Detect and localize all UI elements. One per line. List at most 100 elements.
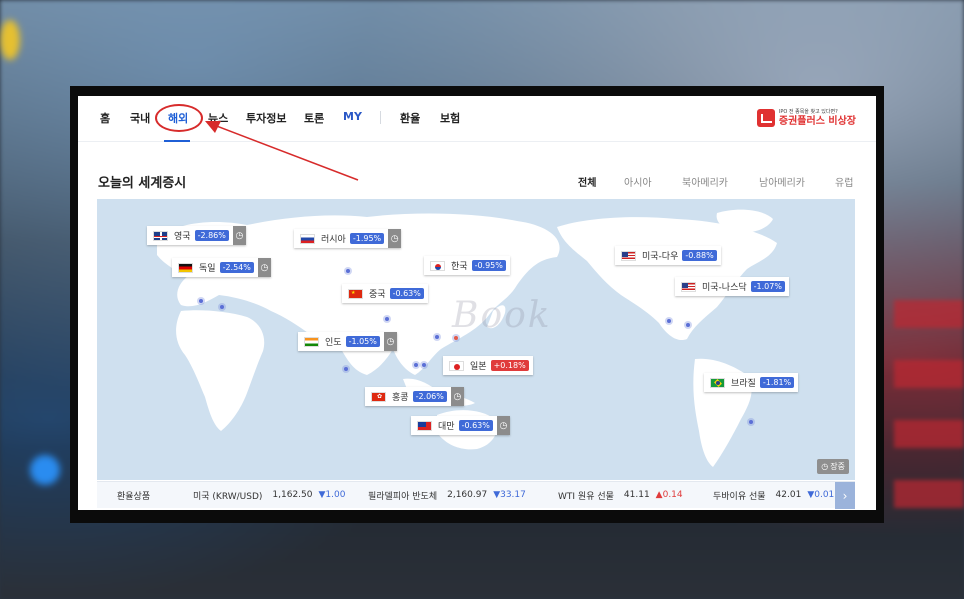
ticker-name: 미국 (KRW/USD) — [193, 491, 263, 502]
market-label-germany[interactable]: 독일 -2.54% ◷ — [172, 258, 271, 277]
chevron-right-icon[interactable]: › — [835, 482, 855, 509]
market-change: -1.95% — [349, 233, 385, 244]
map-marker-hongkong[interactable] — [412, 361, 420, 369]
map-marker-russia[interactable] — [344, 267, 352, 275]
market-name: 한국 — [451, 262, 468, 272]
market-name: 브라질 — [731, 379, 756, 389]
market-change: -2.54% — [219, 262, 254, 273]
map-marker-taiwan[interactable] — [420, 361, 428, 369]
ticker-value: 41.11 — [623, 490, 650, 500]
map-marker-japan[interactable] — [452, 334, 460, 342]
nav-home[interactable]: 홈 — [100, 110, 110, 126]
ticker-item[interactable]: 필라델피아 반도체 2,160.97 ▼33.17 — [368, 489, 526, 502]
market-label-hongkong[interactable]: ✿ 홍콩 -2.06% ◷ — [365, 387, 464, 406]
ticker-bar: 환율상품 미국 (KRW/USD) 1,162.50 ▼1.00 필라델피아 반… — [97, 481, 855, 509]
market-change: -0.63% — [389, 288, 424, 299]
top-nav: 홈 국내 해외 뉴스 투자정보 토론 MY 환율 보험 IPO 전 종목을 찾고… — [78, 96, 876, 142]
usa-flag-icon — [621, 250, 636, 261]
market-label-china[interactable]: ★ 중국 -0.63% — [342, 284, 428, 303]
market-change: -1.07% — [750, 281, 785, 292]
ticker-value: 42.01 — [775, 490, 802, 500]
clock-icon: ◷ — [388, 229, 402, 248]
market-label-dow[interactable]: 미국-다우 -0.88% — [615, 246, 721, 265]
section-title: 오늘의 세계증시 — [98, 176, 187, 191]
ticker-change: ▼33.17 — [493, 490, 526, 500]
russia-flag-icon — [300, 233, 315, 244]
ticker-item[interactable]: WTI 원유 선물 41.11 ▲0.14 — [558, 489, 683, 502]
clock-icon: ◷ — [450, 387, 464, 406]
finance-panel: 홈 국내 해외 뉴스 투자정보 토론 MY 환율 보험 IPO 전 종목을 찾고… — [78, 96, 876, 510]
clock-icon: ◷ — [257, 258, 271, 277]
ticker-change: ▲0.14 — [655, 490, 683, 500]
map-marker-korea[interactable] — [433, 333, 441, 341]
market-name: 영국 — [174, 232, 191, 242]
nav-divider — [380, 111, 381, 124]
flag-stripe — [894, 360, 964, 388]
nav-news[interactable]: 뉴스 — [208, 110, 228, 126]
market-name: 홍콩 — [392, 393, 409, 403]
tab-all[interactable]: 전체 — [578, 174, 596, 189]
market-label-taiwan[interactable]: 대만 -0.63% ◷ — [411, 416, 510, 435]
tab-north-america[interactable]: 북아메리카 — [682, 174, 728, 189]
map-marker-uk[interactable] — [197, 297, 205, 305]
map-marker-dow[interactable] — [665, 317, 673, 325]
world-map: Book 영국 -2.86% ◷ 독일 -2.54% ◷ 러시아 -1.95% … — [97, 199, 855, 480]
tab-south-america[interactable]: 남아메리카 — [759, 174, 805, 189]
market-name: 미국-나스닥 — [702, 283, 747, 293]
nav-exchange[interactable]: 환율 — [400, 110, 420, 126]
brazil-flag-icon — [710, 377, 725, 388]
map-marker-brazil[interactable] — [747, 418, 755, 426]
market-label-korea[interactable]: 한국 -0.95% — [424, 256, 510, 275]
nav-domestic[interactable]: 국내 — [130, 110, 150, 126]
nav-investment-info[interactable]: 투자정보 — [246, 110, 286, 126]
ticker-value: 2,160.97 — [447, 490, 488, 500]
market-name: 인도 — [325, 338, 342, 348]
market-name: 미국-다우 — [642, 252, 679, 262]
usa-flag-icon — [681, 281, 696, 292]
nav-insurance[interactable]: 보험 — [440, 110, 460, 126]
ticker-name: 두바이유 선물 — [713, 491, 766, 502]
market-name: 독일 — [199, 264, 216, 274]
promo-title: 증권플러스 비상장 — [778, 115, 856, 127]
blur-light — [30, 455, 60, 485]
market-change: +0.18% — [490, 360, 529, 371]
active-tab-underline — [164, 140, 190, 142]
map-marker-nasdaq[interactable] — [684, 321, 692, 329]
map-marker-china[interactable] — [383, 315, 391, 323]
market-change: -1.81% — [759, 377, 795, 388]
tab-asia[interactable]: 아시아 — [624, 174, 652, 189]
flag-stripe — [894, 420, 964, 448]
ticker-item[interactable]: 미국 (KRW/USD) 1,162.50 ▼1.00 — [193, 489, 345, 502]
nav-my[interactable]: MY — [343, 110, 362, 123]
watermark: Book — [452, 295, 552, 336]
germany-flag-icon — [178, 262, 193, 273]
market-change: -1.05% — [345, 336, 380, 347]
flag-stripe — [894, 300, 964, 328]
market-name: 일본 — [470, 362, 487, 372]
taiwan-flag-icon — [417, 420, 432, 431]
market-label-brazil[interactable]: 브라질 -1.81% — [704, 373, 799, 392]
market-label-russia[interactable]: 러시아 -1.95% ◷ — [294, 229, 402, 248]
market-change: -0.95% — [471, 260, 506, 271]
ticker-item[interactable]: 두바이유 선물 42.01 ▼0.01 — [713, 489, 834, 502]
promo-banner[interactable]: IPO 전 종목을 찾고 있다면? 증권플러스 비상장 — [756, 107, 856, 129]
map-marker-india[interactable] — [342, 365, 350, 373]
promo-subtitle: IPO 전 종목을 찾고 있다면? — [778, 108, 838, 115]
market-label-uk[interactable]: 영국 -2.86% ◷ — [147, 226, 246, 245]
market-label-nasdaq[interactable]: 미국-나스닥 -1.07% — [675, 277, 789, 296]
market-label-india[interactable]: 인도 -1.05% ◷ — [298, 332, 397, 351]
clock-icon: ◷ — [496, 416, 510, 435]
china-flag-icon: ★ — [348, 288, 363, 299]
map-marker-germany[interactable] — [218, 303, 226, 311]
market-label-japan[interactable]: 일본 +0.18% — [443, 356, 533, 375]
annotation-circle — [155, 104, 203, 132]
ticker-value: 1,162.50 — [272, 490, 313, 500]
market-name: 러시아 — [321, 235, 346, 245]
nav-discussion[interactable]: 토론 — [304, 110, 324, 126]
market-change: -0.88% — [682, 250, 717, 261]
ticker-name: 필라델피아 반도체 — [368, 491, 438, 502]
japan-flag-icon — [449, 360, 464, 371]
market-hours-badge: ◷ 장중 — [817, 459, 849, 474]
ticker-name: WTI 원유 선물 — [558, 491, 614, 502]
tab-europe[interactable]: 유럽 — [835, 174, 853, 189]
